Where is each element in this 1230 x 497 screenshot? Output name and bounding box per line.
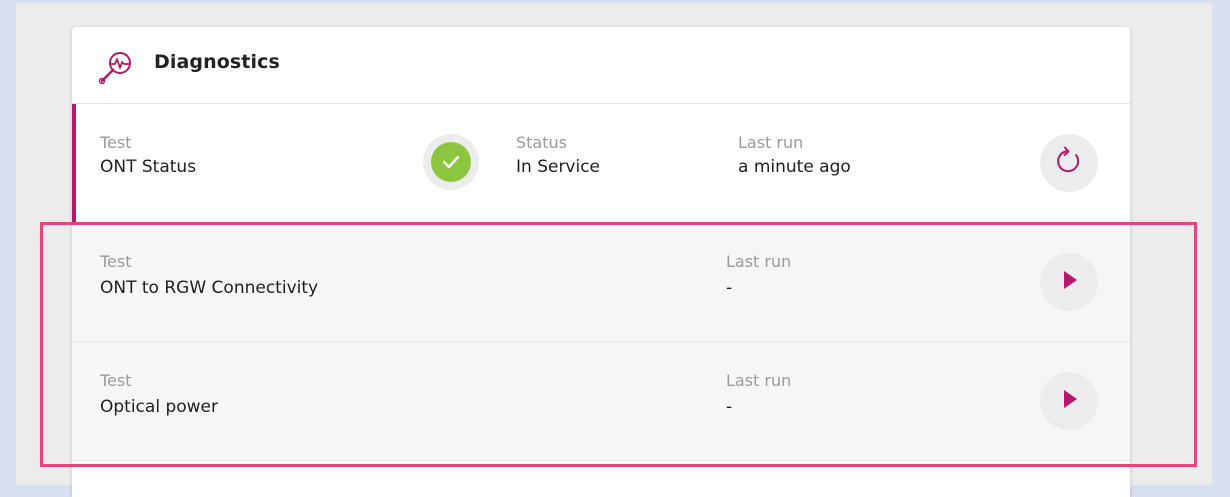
play-icon — [1058, 388, 1080, 414]
diagnostics-magnifier-icon — [94, 47, 136, 89]
test-name: ONT Status — [100, 157, 197, 177]
status-indicator — [423, 134, 479, 190]
play-icon — [1058, 269, 1080, 295]
test-row-optical-power: Test Optical power Last run - — [72, 342, 1130, 461]
status-value: In Service — [516, 157, 601, 177]
test-name: ONT to RGW Connectivity — [100, 278, 319, 298]
refresh-icon — [1054, 146, 1084, 180]
last-run-value: - — [726, 278, 733, 298]
last-run-value: - — [726, 397, 733, 417]
last-run-label: Last run — [738, 133, 804, 152]
run-test-button[interactable] — [1040, 253, 1098, 311]
test-row-ont-status: Test ONT Status Status In Service Last r… — [72, 104, 1130, 223]
check-icon — [431, 142, 471, 182]
card-title: Diagnostics — [154, 51, 280, 73]
test-row-ont-rgw: Test ONT to RGW Connectivity Last run - — [72, 223, 1130, 342]
test-label: Test — [100, 252, 132, 271]
last-run-value: a minute ago — [738, 157, 851, 177]
test-label: Test — [100, 133, 132, 152]
test-name: Optical power — [100, 397, 218, 417]
run-test-button[interactable] — [1040, 372, 1098, 430]
status-label: Status — [516, 133, 567, 152]
last-run-label: Last run — [726, 371, 792, 390]
card-header: Diagnostics — [72, 27, 1130, 104]
last-run-label: Last run — [726, 252, 792, 271]
diagnostics-card: Diagnostics Test ONT Status Status In Se… — [72, 27, 1130, 497]
test-label: Test — [100, 371, 132, 390]
rerun-button[interactable] — [1040, 134, 1098, 192]
